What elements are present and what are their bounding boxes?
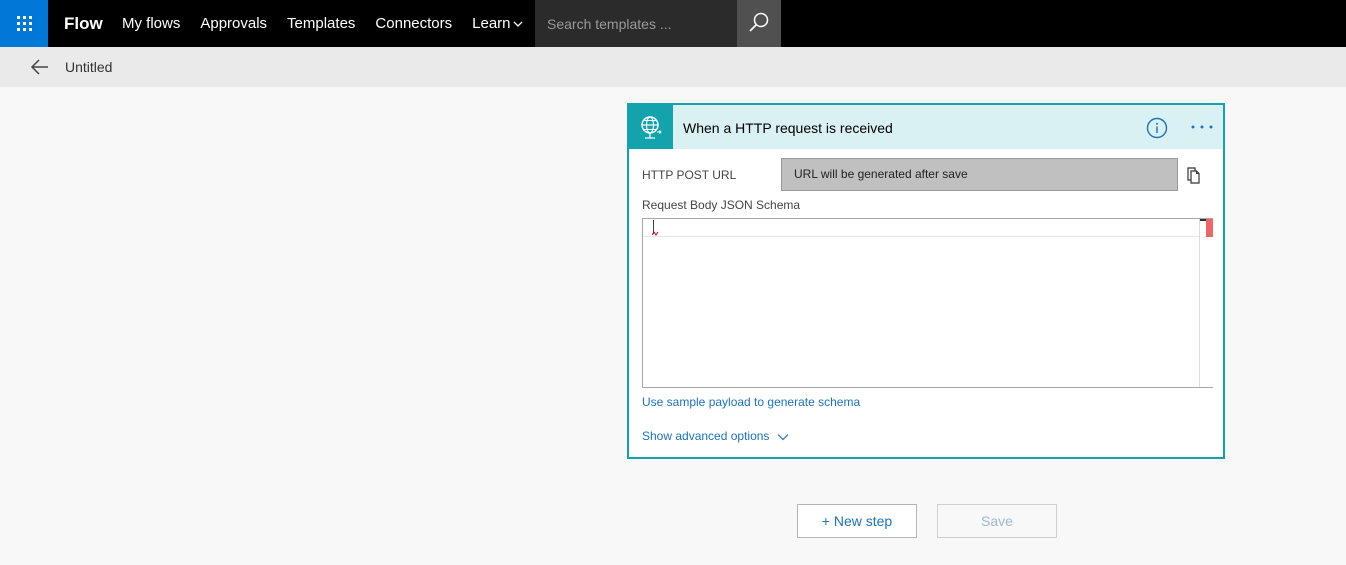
top-nav: Flow My flows Approvals Templates Connec… [0,0,1346,47]
info-button[interactable] [1146,117,1168,139]
back-arrow-icon [30,59,48,75]
error-squiggle-icon [652,231,659,236]
sample-payload-link[interactable]: Use sample payload to generate schema [642,395,860,409]
http-post-url-label: HTTP POST URL [642,168,737,182]
show-advanced-options-link[interactable]: Show advanced options [642,429,789,443]
more-options-button[interactable] [1189,119,1215,135]
brand-logo[interactable]: Flow [64,0,103,47]
chevron-down-icon [777,433,789,441]
card-header[interactable]: When a HTTP request is received [629,105,1223,149]
nav-learn[interactable]: Learn [472,0,522,47]
schema-label: Request Body JSON Schema [642,198,801,212]
sub-header: Untitled [0,47,1346,87]
editor-scrollbar-track[interactable] [1199,219,1200,387]
editor-current-line [643,236,1199,237]
search-input[interactable] [545,13,734,35]
back-button[interactable] [30,58,50,76]
card-title: When a HTTP request is received [683,120,893,136]
json-schema-editor[interactable] [642,218,1213,388]
error-marker [1206,219,1213,237]
search-button[interactable] [737,0,781,47]
copy-url-button[interactable] [1185,165,1203,185]
nav-learn-label: Learn [472,15,511,32]
advanced-options-label: Show advanced options [642,429,770,443]
chevron-down-icon [513,21,522,27]
nav-links: My flows Approvals Templates Connectors … [122,0,543,47]
http-trigger-card: When a HTTP request is received HTTP POS… [627,103,1225,459]
save-button[interactable]: Save [937,504,1057,538]
http-request-icon [629,105,673,149]
nav-approvals[interactable]: Approvals [200,0,267,47]
copy-icon [1187,167,1200,184]
search-icon [749,12,769,32]
nav-templates[interactable]: Templates [287,0,355,47]
info-icon [1146,117,1168,139]
ellipsis-icon [1191,125,1213,129]
new-step-button[interactable]: + New step [797,504,917,538]
flow-title: Untitled [65,59,113,75]
search-box [535,0,737,47]
http-post-url-field[interactable]: URL will be generated after save [781,158,1178,191]
nav-connectors[interactable]: Connectors [375,0,452,47]
nav-my-flows[interactable]: My flows [122,0,180,47]
app-launcher-icon[interactable] [0,0,48,47]
